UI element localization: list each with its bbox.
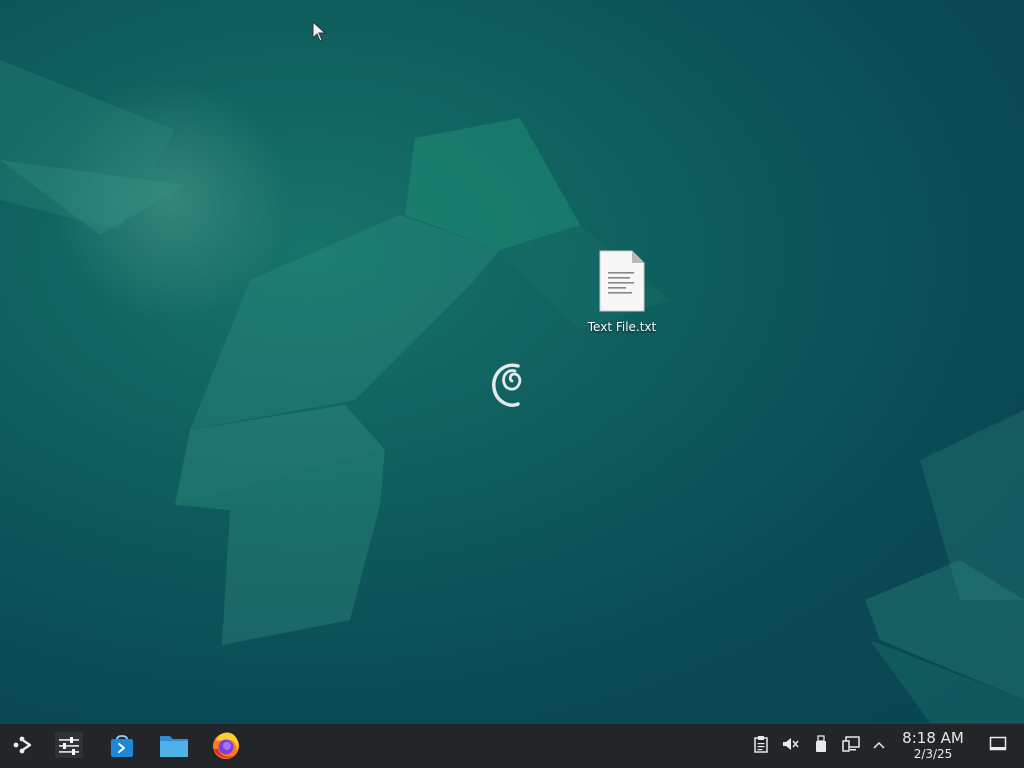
task-discover[interactable] <box>103 728 141 766</box>
usb-drive-icon <box>814 735 828 757</box>
task-firefox[interactable] <box>207 728 245 766</box>
desktop-file-text[interactable]: Text File.txt <box>576 246 668 334</box>
network-wired-icon <box>842 735 860 757</box>
debian-logo <box>488 356 536 418</box>
digital-clock[interactable]: 8:18 AM 2/3/25 <box>896 729 970 762</box>
chevron-up-icon <box>872 737 886 756</box>
tray-show-hidden[interactable] <box>869 736 889 756</box>
desktop-file-label: Text File.txt <box>587 320 657 334</box>
folder-icon <box>158 731 190 763</box>
tray-clipboard[interactable] <box>751 736 771 756</box>
mouse-pointer-icon <box>312 20 327 47</box>
application-launcher-button[interactable] <box>3 728 41 766</box>
task-dolphin[interactable] <box>155 728 193 766</box>
show-desktop-icon <box>989 736 1007 756</box>
tray-network[interactable] <box>841 736 861 756</box>
settings-sliders-icon <box>54 731 84 763</box>
tray-volume[interactable] <box>780 736 800 756</box>
tray-removable-devices[interactable] <box>811 735 831 757</box>
desktop[interactable]: Text File.txt <box>0 0 1024 723</box>
text-file-icon <box>576 250 668 316</box>
clock-time: 8:18 AM <box>902 729 964 747</box>
volume-muted-icon <box>781 735 799 757</box>
software-store-icon <box>108 731 136 763</box>
taskbar: 8:18 AM 2/3/25 <box>0 723 1024 768</box>
clipboard-icon <box>753 735 769 757</box>
task-system-settings[interactable] <box>50 728 88 766</box>
firefox-icon <box>210 729 242 765</box>
application-launcher-icon <box>9 732 35 762</box>
clock-date: 2/3/25 <box>913 747 953 761</box>
show-desktop-button[interactable] <box>988 736 1008 756</box>
